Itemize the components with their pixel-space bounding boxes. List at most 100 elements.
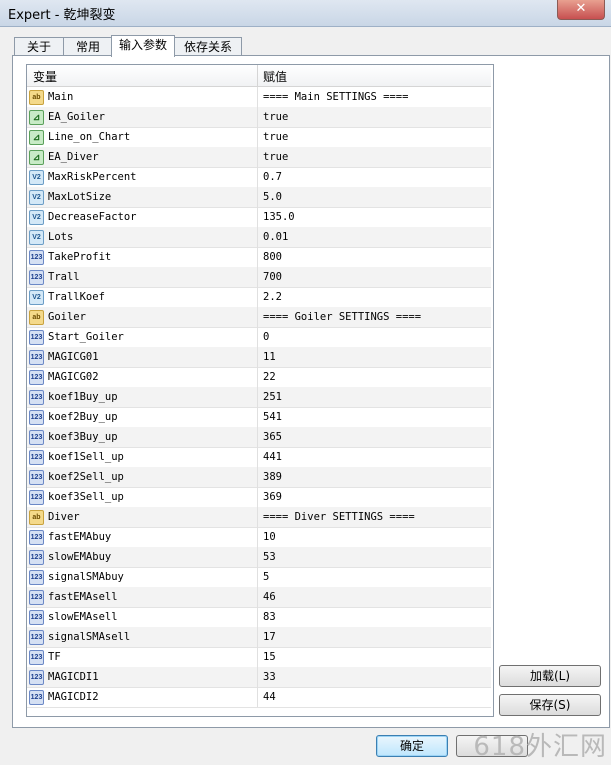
table-row[interactable]: 123 signalSMAsell 17 <box>27 627 491 648</box>
header-divider[interactable] <box>257 65 258 86</box>
cell-divider <box>257 187 258 207</box>
variable-value[interactable]: 46 <box>263 591 276 603</box>
variable-name: EA_Diver <box>48 151 99 163</box>
variable-value[interactable]: 17 <box>263 631 276 643</box>
table-row[interactable]: 123 TakeProfit 800 <box>27 247 491 268</box>
table-row[interactable]: 123 Trall 700 <box>27 267 491 288</box>
cell-divider <box>257 647 258 667</box>
variable-value[interactable]: 33 <box>263 671 276 683</box>
variable-value[interactable]: true <box>263 131 288 143</box>
cell-divider <box>257 407 258 427</box>
table-row[interactable]: 123 fastEMAbuy 10 <box>27 527 491 548</box>
table-row[interactable]: 123 slowEMAsell 83 <box>27 607 491 628</box>
cell-divider <box>257 607 258 627</box>
table-row[interactable]: 123 MAGICDI2 44 <box>27 687 491 708</box>
tab-inputs[interactable]: 输入参数 <box>111 35 175 57</box>
variable-name: koef2Sell_up <box>48 471 124 483</box>
table-row[interactable]: ab Goiler ==== Goiler SETTINGS ==== <box>27 307 491 328</box>
table-row[interactable]: V2 MaxLotSize 5.0 <box>27 187 491 208</box>
table-row[interactable]: ⊿ EA_Goiler true <box>27 107 491 128</box>
table-row[interactable]: ab Main ==== Main SETTINGS ==== <box>27 87 491 108</box>
table-row[interactable]: V2 MaxRiskPercent 0.7 <box>27 167 491 188</box>
variable-value[interactable]: 541 <box>263 411 282 423</box>
cell-divider <box>257 507 258 527</box>
integer-type-icon: 123 <box>29 270 44 285</box>
variable-name: koef3Buy_up <box>48 431 118 443</box>
header-variable[interactable]: 变量 <box>33 68 57 85</box>
inputs-grid: 变量 赋值 ab Main ==== Main SETTINGS ==== ⊿ EA_G… <box>26 64 494 717</box>
integer-type-icon: 123 <box>29 690 44 705</box>
variable-value[interactable]: true <box>263 151 288 163</box>
variable-value[interactable]: 0.7 <box>263 171 282 183</box>
variable-value[interactable]: 369 <box>263 491 282 503</box>
table-row[interactable]: 123 MAGICG02 22 <box>27 367 491 388</box>
variable-value[interactable]: true <box>263 111 288 123</box>
double-type-icon: V2 <box>29 190 44 205</box>
integer-type-icon: 123 <box>29 650 44 665</box>
tab-dependencies[interactable]: 依存关系 <box>174 37 242 56</box>
integer-type-icon: 123 <box>29 590 44 605</box>
table-row[interactable]: V2 TrallKoef 2.2 <box>27 287 491 308</box>
variable-name: MaxRiskPercent <box>48 171 137 183</box>
variable-value[interactable]: 700 <box>263 271 282 283</box>
load-button[interactable]: 加载(L) <box>499 665 601 687</box>
variable-name: signalSMAbuy <box>48 571 124 583</box>
variable-value[interactable]: ==== Goiler SETTINGS ==== <box>263 311 421 323</box>
save-button[interactable]: 保存(S) <box>499 694 601 716</box>
table-row[interactable]: 123 MAGICDI1 33 <box>27 667 491 688</box>
close-button[interactable]: ✕ <box>557 0 605 20</box>
variable-value[interactable]: 2.2 <box>263 291 282 303</box>
tab-about[interactable]: 关于 <box>14 37 64 56</box>
tab-common[interactable]: 常用 <box>63 37 113 56</box>
table-row[interactable]: 123 koef3Sell_up 369 <box>27 487 491 508</box>
window-title: Expert - 乾坤裂变 <box>8 8 116 23</box>
variable-value[interactable]: 15 <box>263 651 276 663</box>
table-row[interactable]: 123 koef1Sell_up 441 <box>27 447 491 468</box>
variable-value[interactable]: 0 <box>263 331 269 343</box>
table-row[interactable]: 123 TF 15 <box>27 647 491 668</box>
variable-value[interactable]: ==== Diver SETTINGS ==== <box>263 511 415 523</box>
integer-type-icon: 123 <box>29 430 44 445</box>
variable-value[interactable]: 800 <box>263 251 282 263</box>
table-row[interactable]: 123 Start_Goiler 0 <box>27 327 491 348</box>
variable-value[interactable]: 135.0 <box>263 211 295 223</box>
cell-divider <box>257 247 258 267</box>
integer-type-icon: 123 <box>29 530 44 545</box>
cell-divider <box>257 527 258 547</box>
table-row[interactable]: 123 MAGICG01 11 <box>27 347 491 368</box>
variable-value[interactable]: 5 <box>263 571 269 583</box>
cell-divider <box>257 147 258 167</box>
variable-value[interactable]: 11 <box>263 351 276 363</box>
ok-button[interactable]: 确定 <box>376 735 448 757</box>
table-row[interactable]: 123 koef3Buy_up 365 <box>27 427 491 448</box>
header-value[interactable]: 赋值 <box>263 68 287 85</box>
variable-value[interactable]: 53 <box>263 551 276 563</box>
table-row[interactable]: 123 koef1Buy_up 251 <box>27 387 491 408</box>
variable-value[interactable]: 83 <box>263 611 276 623</box>
cell-divider <box>257 207 258 227</box>
variable-value[interactable]: 0.01 <box>263 231 288 243</box>
variable-value[interactable]: ==== Main SETTINGS ==== <box>263 91 408 103</box>
table-row[interactable]: V2 Lots 0.01 <box>27 227 491 248</box>
table-row[interactable]: 123 signalSMAbuy 5 <box>27 567 491 588</box>
string-type-icon: ab <box>29 310 44 325</box>
table-row[interactable]: 123 koef2Buy_up 541 <box>27 407 491 428</box>
cell-divider <box>257 287 258 307</box>
variable-value[interactable]: 10 <box>263 531 276 543</box>
table-row[interactable]: 123 slowEMAbuy 53 <box>27 547 491 568</box>
table-row[interactable]: 123 koef2Sell_up 389 <box>27 467 491 488</box>
table-row[interactable]: ab Diver ==== Diver SETTINGS ==== <box>27 507 491 528</box>
variable-value[interactable]: 22 <box>263 371 276 383</box>
cell-divider <box>257 227 258 247</box>
variable-value[interactable]: 5.0 <box>263 191 282 203</box>
table-row[interactable]: ⊿ EA_Diver true <box>27 147 491 168</box>
table-row[interactable]: ⊿ Line_on_Chart true <box>27 127 491 148</box>
table-row[interactable]: V2 DecreaseFactor 135.0 <box>27 207 491 228</box>
variable-value[interactable]: 44 <box>263 691 276 703</box>
variable-value[interactable]: 365 <box>263 431 282 443</box>
variable-value[interactable]: 441 <box>263 451 282 463</box>
variable-value[interactable]: 251 <box>263 391 282 403</box>
variable-value[interactable]: 389 <box>263 471 282 483</box>
integer-type-icon: 123 <box>29 630 44 645</box>
table-row[interactable]: 123 fastEMAsell 46 <box>27 587 491 608</box>
